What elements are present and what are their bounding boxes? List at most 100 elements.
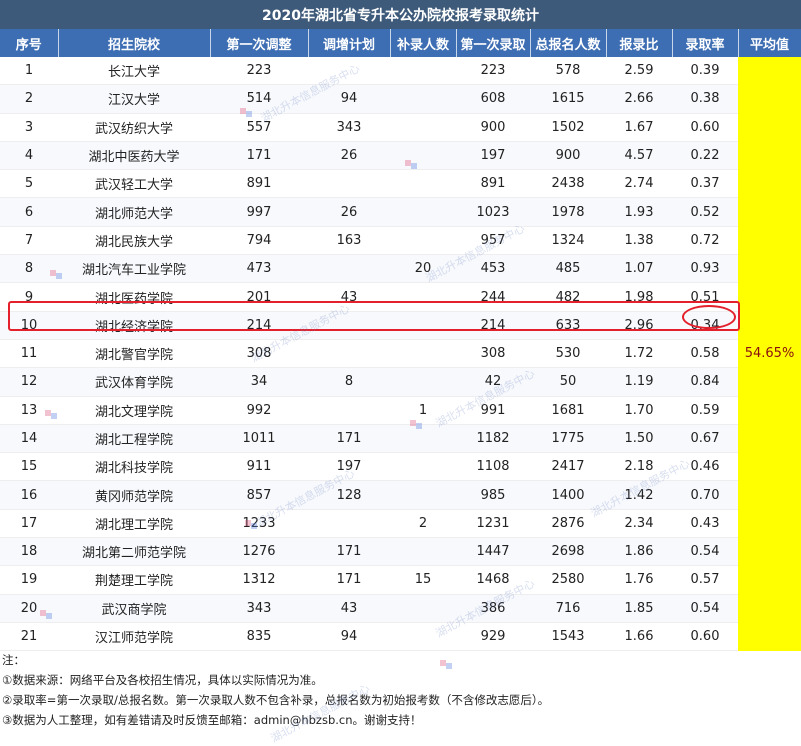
cell-total-applicants: 1775	[530, 424, 606, 454]
cell-supplement: 1	[390, 396, 456, 425]
cell-ratio: 2.66	[606, 84, 672, 114]
cell-supplement	[390, 424, 456, 454]
header-cell: 第一次录取	[456, 29, 531, 57]
cell-index: 13	[0, 396, 58, 425]
header-cell: 补录人数	[390, 29, 457, 57]
cell-school: 湖北民族大学	[58, 226, 210, 256]
note-2: ②录取率=第一次录取/总报名数。第一次录取人数不包含补录，总报名数为初始报考数（…	[2, 693, 550, 707]
table-row: 14 湖北工程学院 1011 171 1182 1775 1.50 0.67	[0, 424, 801, 454]
cell-supplement	[390, 480, 456, 510]
cell-first-admit: 985	[456, 480, 530, 510]
table-row: 16 黄冈师范学院 857 128 985 1400 1.42 0.70	[0, 480, 801, 510]
table-row: 2 江汉大学 514 94 608 1615 2.66 0.38	[0, 84, 801, 114]
cell-first-admit: 1182	[456, 424, 530, 454]
cell-supplement	[390, 282, 456, 312]
table-row: 19 荆楚理工学院 1312 171 15 1468 2580 1.76 0.57	[0, 565, 801, 595]
cell-index: 17	[0, 509, 58, 539]
cell-admit-rate: 0.93	[672, 254, 738, 284]
cell-ratio: 2.74	[606, 169, 672, 199]
cell-added-plan: 343	[308, 113, 390, 142]
table-row: 18 湖北第二师范学院 1276 171 1447 2698 1.86 0.54	[0, 537, 801, 567]
cell-admit-rate: 0.57	[672, 565, 738, 595]
cell-admit-rate: 0.84	[672, 367, 738, 397]
cell-index: 6	[0, 197, 58, 227]
header-cell: 总报名人数	[530, 29, 607, 57]
cell-ratio: 1.42	[606, 480, 672, 510]
cell-school: 湖北中医药大学	[58, 141, 210, 171]
cell-ratio: 1.98	[606, 282, 672, 312]
table-row: 3 武汉纺织大学 557 343 900 1502 1.67 0.60	[0, 113, 801, 142]
cell-added-plan	[308, 509, 390, 539]
cell-admit-rate: 0.70	[672, 480, 738, 510]
cell-admit-rate: 0.54	[672, 537, 738, 567]
cell-first-admit: 453	[456, 254, 530, 284]
cell-first-adjust: 557	[210, 113, 308, 142]
cell-index: 15	[0, 452, 58, 482]
cell-first-adjust: 794	[210, 226, 308, 256]
cell-supplement	[390, 84, 456, 114]
cell-first-admit: 929	[456, 622, 530, 652]
cell-added-plan: 171	[308, 565, 390, 595]
cell-ratio: 1.70	[606, 396, 672, 425]
cell-admit-rate: 0.39	[672, 57, 738, 86]
cell-school: 武汉纺织大学	[58, 113, 210, 142]
cell-index: 5	[0, 169, 58, 199]
cell-total-applicants: 633	[530, 311, 606, 340]
cell-added-plan	[308, 396, 390, 425]
cell-school: 湖北警官学院	[58, 339, 210, 369]
note-1: ①数据来源：网络平台及各校招生情况，具体以实际情况为准。	[2, 673, 323, 687]
cell-supplement	[390, 141, 456, 171]
cell-school: 湖北医药学院	[58, 282, 210, 312]
cell-admit-rate: 0.60	[672, 622, 738, 652]
cell-admit-rate: 0.51	[672, 282, 738, 312]
cell-admit-rate: 0.37	[672, 169, 738, 199]
cell-school: 湖北文理学院	[58, 396, 210, 425]
cell-first-admit: 244	[456, 282, 530, 312]
cell-school: 汉江师范学院	[58, 622, 210, 652]
table-row: 10 湖北经济学院 214 214 633 2.96 0.34	[0, 311, 801, 340]
cell-added-plan	[308, 339, 390, 369]
cell-first-admit: 991	[456, 396, 530, 425]
cell-school: 湖北科技学院	[58, 452, 210, 482]
cell-school: 江汉大学	[58, 84, 210, 114]
cell-total-applicants: 1400	[530, 480, 606, 510]
cell-ratio: 1.85	[606, 594, 672, 623]
average-value: 54.65%	[738, 57, 801, 651]
cell-added-plan	[308, 311, 390, 340]
cell-index: 7	[0, 226, 58, 256]
cell-total-applicants: 578	[530, 57, 606, 86]
cell-first-adjust: 911	[210, 452, 308, 482]
cell-first-admit: 214	[456, 311, 530, 340]
table-row: 4 湖北中医药大学 171 26 197 900 4.57 0.22	[0, 141, 801, 171]
cell-ratio: 1.19	[606, 367, 672, 397]
cell-first-admit: 1023	[456, 197, 530, 227]
cell-first-admit: 891	[456, 169, 530, 199]
cell-supplement	[390, 226, 456, 256]
cell-first-adjust: 171	[210, 141, 308, 171]
cell-first-admit: 308	[456, 339, 530, 369]
cell-first-admit: 197	[456, 141, 530, 171]
cell-added-plan	[308, 254, 390, 284]
cell-added-plan: 43	[308, 594, 390, 623]
cell-index: 20	[0, 594, 58, 623]
cell-supplement	[390, 197, 456, 227]
cell-added-plan	[308, 57, 390, 86]
cell-first-adjust: 473	[210, 254, 308, 284]
cell-supplement	[390, 169, 456, 199]
cell-first-admit: 900	[456, 113, 530, 142]
cell-supplement	[390, 594, 456, 623]
cell-admit-rate: 0.72	[672, 226, 738, 256]
cell-admit-rate: 0.67	[672, 424, 738, 454]
cell-first-adjust: 857	[210, 480, 308, 510]
header-cell: 招生院校	[58, 29, 211, 57]
table-title: 2020年湖北省专升本公办院校报考录取统计	[0, 0, 801, 29]
cell-supplement	[390, 537, 456, 567]
cell-supplement	[390, 367, 456, 397]
cell-first-admit: 42	[456, 367, 530, 397]
cell-school: 湖北师范大学	[58, 197, 210, 227]
cell-admit-rate: 0.52	[672, 197, 738, 227]
cell-ratio: 1.07	[606, 254, 672, 284]
table-row: 12 武汉体育学院 34 8 42 50 1.19 0.84	[0, 367, 801, 397]
cell-total-applicants: 1502	[530, 113, 606, 142]
cell-school: 武汉轻工大学	[58, 169, 210, 199]
